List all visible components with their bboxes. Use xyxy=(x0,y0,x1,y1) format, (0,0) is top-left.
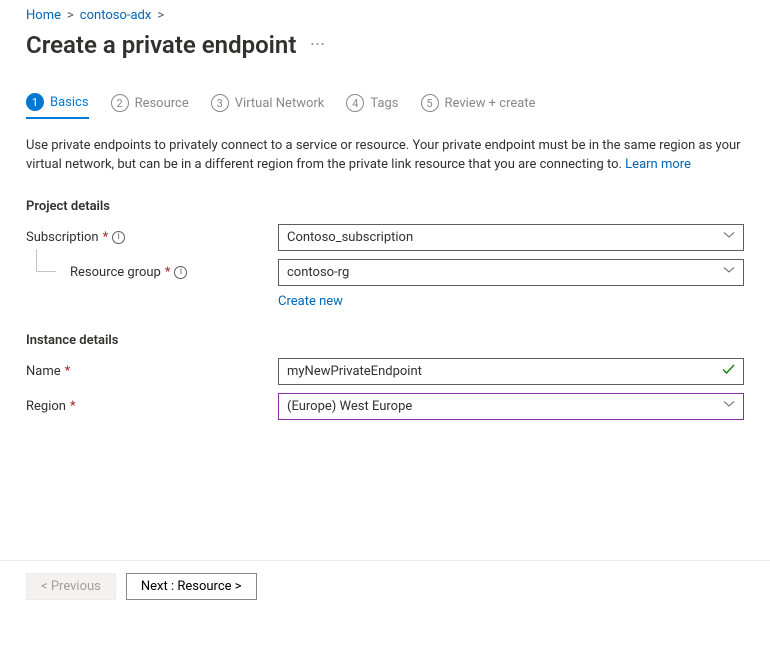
tab-step-number: 3 xyxy=(211,94,229,112)
check-icon xyxy=(722,363,735,380)
subscription-select[interactable]: Contoso_subscription xyxy=(278,224,744,251)
breadcrumb-cluster[interactable]: contoso-adx xyxy=(80,8,152,23)
tab-virtual-network[interactable]: 3 Virtual Network xyxy=(211,93,325,119)
page-title: Create a private endpoint ··· xyxy=(26,31,744,59)
required-marker: * xyxy=(103,230,109,245)
indent-rule xyxy=(36,249,56,273)
breadcrumb: Home > contoso-adx > xyxy=(26,8,744,23)
breadcrumb-sep: > xyxy=(157,8,164,23)
instance-details-heading: Instance details xyxy=(26,333,744,348)
tab-label: Resource xyxy=(135,96,189,111)
name-label: Name xyxy=(26,364,61,379)
tab-step-number: 2 xyxy=(111,94,129,112)
info-icon[interactable]: i xyxy=(112,231,125,244)
tab-step-number: 4 xyxy=(346,94,364,112)
tab-review-create[interactable]: 5 Review + create xyxy=(421,93,536,119)
project-details-heading: Project details xyxy=(26,199,744,214)
tab-label: Review + create xyxy=(445,96,536,111)
breadcrumb-sep: > xyxy=(67,8,74,23)
resource-group-label: Resource group xyxy=(70,265,161,280)
tab-label: Basics xyxy=(50,95,89,110)
tab-label: Virtual Network xyxy=(235,96,325,111)
tab-label: Tags xyxy=(370,96,398,111)
required-marker: * xyxy=(70,399,76,414)
tab-step-number: 5 xyxy=(421,94,439,112)
tab-tags[interactable]: 4 Tags xyxy=(346,93,398,119)
required-marker: * xyxy=(65,364,71,379)
more-icon[interactable]: ··· xyxy=(310,37,325,53)
chevron-down-icon xyxy=(723,398,735,414)
create-new-rg-link[interactable]: Create new xyxy=(278,294,343,309)
wizard-footer: < Previous Next : Resource > xyxy=(0,560,770,612)
subscription-label: Subscription xyxy=(26,230,99,245)
region-select[interactable]: (Europe) West Europe xyxy=(278,393,744,420)
learn-more-link[interactable]: Learn more xyxy=(625,157,691,172)
chevron-down-icon xyxy=(723,229,735,245)
resource-group-select[interactable]: contoso-rg xyxy=(278,259,744,286)
tab-step-number: 1 xyxy=(26,93,44,111)
name-input[interactable]: myNewPrivateEndpoint xyxy=(278,358,744,385)
next-button[interactable]: Next : Resource > xyxy=(126,573,257,600)
info-icon[interactable]: i xyxy=(174,266,187,279)
chevron-down-icon xyxy=(723,264,735,280)
region-label: Region xyxy=(26,399,66,414)
tab-resource[interactable]: 2 Resource xyxy=(111,93,189,119)
previous-button: < Previous xyxy=(26,573,116,600)
intro-text: Use private endpoints to privately conne… xyxy=(26,137,744,175)
required-marker: * xyxy=(165,265,171,280)
tab-basics[interactable]: 1 Basics xyxy=(26,93,89,119)
breadcrumb-home[interactable]: Home xyxy=(26,8,61,23)
wizard-tabs: 1 Basics 2 Resource 3 Virtual Network 4 … xyxy=(26,73,744,119)
